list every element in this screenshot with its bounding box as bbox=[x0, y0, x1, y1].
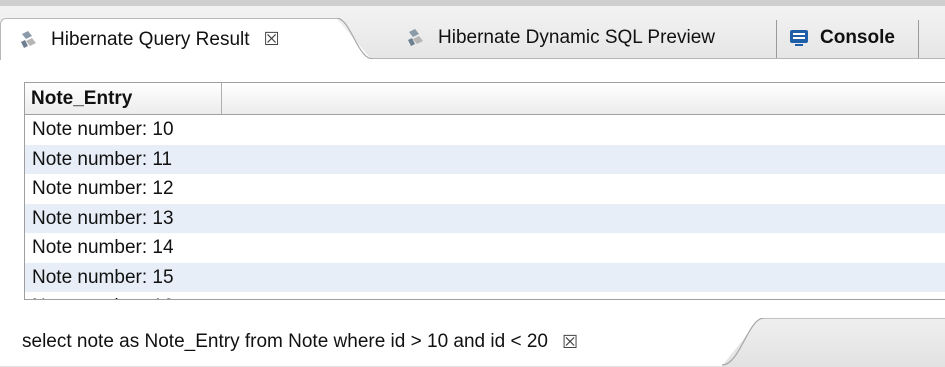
tab-console[interactable]: Console bbox=[782, 18, 920, 58]
tab-hibernate-dynamic-sql-preview[interactable]: Hibernate Dynamic SQL Preview bbox=[388, 18, 776, 58]
column-header-filler bbox=[222, 83, 945, 114]
tab-curve bbox=[335, 18, 374, 59]
tab-bar-top-edge bbox=[0, 0, 945, 6]
tab-separator bbox=[776, 20, 777, 58]
table-row[interactable]: Note number: 12 bbox=[25, 174, 945, 204]
table-row[interactable]: Note number: 15 bbox=[25, 262, 945, 292]
tab-query[interactable]: select note as Note_Entry from Note wher… bbox=[0, 318, 760, 366]
query-result-table: Note_Entry Note number: 10 Note number: … bbox=[24, 82, 945, 300]
table-row[interactable]: Note number: 11 bbox=[25, 144, 945, 174]
hibernate-icon bbox=[408, 29, 423, 46]
hibernate-icon bbox=[21, 30, 36, 48]
tab-label: Hibernate Query Result bbox=[51, 28, 250, 50]
table-row[interactable]: Note number: 13 bbox=[25, 203, 945, 233]
tab-separator bbox=[918, 20, 919, 58]
view-tab-bar: Hibernate Query Result ☒ Hibernate Dynam… bbox=[0, 0, 945, 60]
table-row[interactable]: Note number: 10 bbox=[25, 115, 945, 145]
tab-label: Console bbox=[820, 27, 895, 48]
query-label: select note as Note_Entry from Note wher… bbox=[22, 331, 548, 352]
tab-label: Hibernate Dynamic SQL Preview bbox=[438, 27, 716, 48]
console-icon bbox=[790, 30, 808, 46]
tab-curve bbox=[721, 318, 765, 366]
table-row[interactable]: Note number: 14 bbox=[25, 233, 945, 263]
close-icon[interactable]: ☒ bbox=[264, 29, 280, 50]
close-icon[interactable]: ☒ bbox=[562, 332, 578, 353]
column-header-note-entry[interactable]: Note_Entry bbox=[25, 83, 222, 114]
tab-hibernate-query-result[interactable]: Hibernate Query Result ☒ bbox=[0, 18, 372, 60]
table-row[interactable]: Note number: 16 bbox=[25, 292, 945, 299]
table-header: Note_Entry bbox=[25, 83, 945, 115]
